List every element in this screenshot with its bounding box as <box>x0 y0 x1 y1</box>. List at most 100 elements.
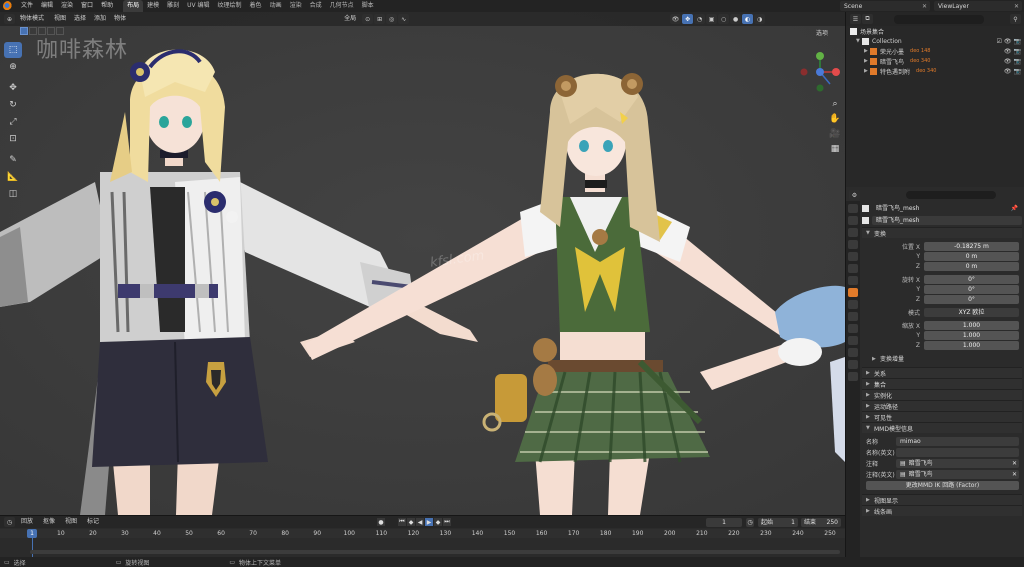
data-tab-icon[interactable] <box>848 348 858 357</box>
mmd-comment-en-field[interactable]: ▤ 暗雪飞鸟 ✕ <box>896 469 1019 479</box>
shading-material-icon[interactable]: ◐ <box>742 14 754 24</box>
tab-sculpting[interactable]: 雕刻 <box>163 0 183 12</box>
display-mode-icon[interactable]: ⧉ <box>862 14 873 24</box>
tab-scripting[interactable]: 脚本 <box>358 0 378 12</box>
relations-panel-header[interactable]: ▶ 关系 <box>862 367 1022 378</box>
cursor-tool-icon[interactable]: ⊕ <box>4 59 22 75</box>
mmd-name-field[interactable]: mimao <box>896 436 1019 446</box>
clock-icon[interactable]: ◷ <box>746 518 754 527</box>
pivot-icon[interactable]: ⊙ <box>362 14 374 24</box>
timeline-editor[interactable]: ◷ 回放 抠像 视图 标记 ● ⏮ ◆ ◀ ▶ ◆ ⏭ 1 ◷ 起始 1 结束 … <box>0 515 845 558</box>
menu-window[interactable]: 窗口 <box>77 0 97 12</box>
snap-icon[interactable]: ⊞ <box>374 14 386 24</box>
pan-hand-icon[interactable]: ✋ <box>829 113 841 125</box>
menu-timeline-view[interactable]: 视图 <box>60 517 82 527</box>
frame-ruler[interactable]: 10 20 30 40 50 60 70 80 90 100 110 120 130 140 150 160 1… <box>0 529 845 538</box>
menu-playback[interactable]: 回放 <box>16 517 38 527</box>
eye-icon[interactable]: 👁 <box>1004 58 1012 65</box>
view-icon[interactable]: 👁 <box>670 14 682 24</box>
tab-layout[interactable]: 布局 <box>123 0 144 12</box>
start-frame-field[interactable]: 起始 1 <box>758 518 798 527</box>
rotate-tool-icon[interactable]: ↻ <box>4 97 22 113</box>
scene-tab-icon[interactable] <box>848 252 858 261</box>
location-x-field[interactable]: -0.18275 m <box>924 241 1019 251</box>
tab-shading[interactable]: 着色 <box>246 0 266 12</box>
outliner-editor-type-icon[interactable]: ☰ <box>850 14 861 24</box>
mmd-name-en-field[interactable] <box>896 447 1019 457</box>
menu-edit[interactable]: 编辑 <box>37 0 57 12</box>
prev-keyframe-icon[interactable]: ◆ <box>407 518 415 526</box>
eye-icon[interactable]: 👁 <box>1004 48 1012 55</box>
camera-icon[interactable]: 📷 <box>1014 68 1021 75</box>
scale-tool-icon[interactable]: ⤢ <box>4 114 22 130</box>
menu-select[interactable]: 选择 <box>70 14 90 24</box>
properties-editor-type-icon[interactable]: ⚙ <box>849 190 860 200</box>
shading-wireframe-icon[interactable]: ○ <box>718 14 730 24</box>
transform-panel-header[interactable]: ▼ 变换 <box>862 227 1022 238</box>
clear-icon[interactable]: ✕ <box>1012 470 1017 479</box>
instancing-panel-header[interactable]: ▶ 实例化 <box>862 389 1022 400</box>
editor-type-icon[interactable]: ⊕ <box>4 14 15 24</box>
scale-x-field[interactable]: 1.000 <box>924 320 1019 330</box>
line-art-panel-header[interactable]: ▶ 线条画 <box>862 505 1022 516</box>
jump-start-icon[interactable]: ⏮ <box>398 518 406 526</box>
end-frame-field[interactable]: 结束 250 <box>801 518 841 527</box>
collection-row[interactable]: ▼ Collection ☑ 👁 📷 <box>846 36 1024 46</box>
menu-file[interactable]: 文件 <box>17 0 37 12</box>
rotation-mode-dropdown[interactable]: XYZ 欧拉 <box>924 307 1019 317</box>
collections-panel-header[interactable]: ▶ 集合 <box>862 378 1022 389</box>
menu-render[interactable]: 渲染 <box>57 0 77 12</box>
outliner-item[interactable]: ▶ 暗雪飞鸟 deo 340 👁 📷 <box>846 56 1024 66</box>
timeline-scrollbar[interactable] <box>30 550 840 554</box>
tool-tab-icon[interactable] <box>848 204 858 213</box>
motion-paths-panel-header[interactable]: ▶ 运动路径 <box>862 400 1022 411</box>
view-layer-selector[interactable]: ViewLayer ✕ <box>934 1 1022 11</box>
annotate-tool-icon[interactable]: ✎ <box>4 152 22 168</box>
particles-tab-icon[interactable] <box>848 312 858 321</box>
rotation-x-field[interactable]: 0° <box>924 274 1019 284</box>
camera-icon[interactable]: 📷 <box>1014 48 1021 55</box>
playhead[interactable]: 1 <box>27 529 37 538</box>
rotation-y-field[interactable]: 0° <box>924 284 1019 294</box>
outliner-search-input[interactable] <box>894 14 984 24</box>
menu-add[interactable]: 添加 <box>90 14 110 24</box>
tab-geometry-nodes[interactable]: 几何节点 <box>326 0 358 12</box>
object-tab-icon[interactable] <box>848 288 858 297</box>
transform-orientation-dropdown[interactable]: 全局 <box>340 14 361 24</box>
location-y-field[interactable]: 0 m <box>924 251 1019 261</box>
delta-transform-header[interactable]: ▶ 变换增量 <box>862 353 1022 364</box>
move-tool-icon[interactable]: ✥ <box>4 80 22 96</box>
current-frame-field[interactable]: 1 <box>706 518 742 527</box>
overlay-icon[interactable]: ◔ <box>694 14 706 24</box>
output-tab-icon[interactable] <box>848 228 858 237</box>
select-extend-icon[interactable] <box>29 27 37 35</box>
view-layer-tab-icon[interactable] <box>848 240 858 249</box>
navigation-gizmo[interactable] <box>798 50 842 94</box>
select-new-icon[interactable] <box>20 27 28 35</box>
gizmo-toggle-icon[interactable]: ✥ <box>682 14 694 24</box>
eye-icon[interactable]: 👁 <box>1004 38 1012 45</box>
outliner[interactable]: ☰ ⧉ ⚲ 场景集合 ▼ Collection ☑ 👁 📷 ▶ 荣光小墨 deo… <box>846 12 1024 187</box>
shading-rendered-icon[interactable]: ◑ <box>754 14 766 24</box>
proportional-edit-icon[interactable]: ◎ <box>386 14 398 24</box>
physics-tab-icon[interactable] <box>848 324 858 333</box>
render-tab-icon[interactable] <box>848 216 858 225</box>
properties-search-input[interactable] <box>906 191 996 199</box>
timeline-editor-type-icon[interactable]: ◷ <box>4 517 15 527</box>
scene-collection-row[interactable]: 场景集合 <box>846 26 1024 36</box>
tab-texture-paint[interactable]: 纹理绘制 <box>214 0 246 12</box>
pin-icon[interactable]: 📌 <box>1011 205 1018 212</box>
tab-modeling[interactable]: 建模 <box>143 0 163 12</box>
clear-icon[interactable]: ✕ <box>1012 459 1017 468</box>
jump-end-icon[interactable]: ⏭ <box>443 518 451 526</box>
mode-dropdown[interactable]: 物体模式 <box>16 14 49 24</box>
tab-uv-editing[interactable]: UV 编辑 <box>183 0 213 12</box>
scene-selector[interactable]: Scene ✕ <box>840 1 930 11</box>
zoom-icon[interactable]: ⌕ <box>829 98 841 110</box>
camera-icon[interactable]: 📷 <box>1014 58 1021 65</box>
camera-view-icon[interactable]: 🎥 <box>829 128 841 140</box>
checkbox-icon[interactable]: ☑ <box>997 38 1002 45</box>
blender-logo-icon[interactable] <box>3 1 13 11</box>
outliner-item[interactable]: ▶ 荣光小墨 deo 148 👁 📷 <box>846 46 1024 56</box>
mmd-model-panel-header[interactable]: ▼ MMD模型信息 <box>862 422 1022 433</box>
